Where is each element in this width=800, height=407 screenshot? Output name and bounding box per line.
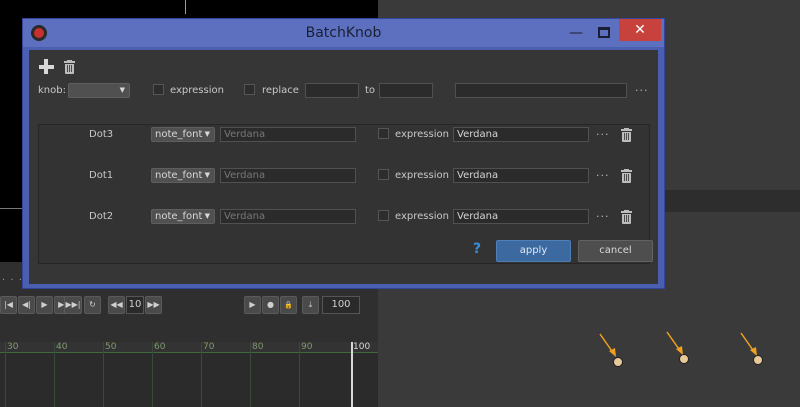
tick-line (250, 342, 251, 407)
knob-name-select[interactable]: note_font ▼ (151, 209, 215, 224)
increment-field[interactable]: 10 (126, 296, 144, 314)
step-back-button[interactable]: ◀◀ (108, 296, 125, 314)
plus-icon (44, 59, 48, 74)
timeline[interactable]: 30 40 50 60 70 80 90 100 (0, 342, 378, 407)
transport-controls: |◀ ◀| ▶ ▶| ▶▶| ↻ ◀◀ 10 ▶▶ ▶ ● 🔒 ⤓ 100 (0, 296, 378, 316)
trash-icon (622, 173, 631, 183)
value-input[interactable] (455, 83, 627, 98)
row-expression-checkbox[interactable] (378, 169, 389, 180)
trash-icon (621, 211, 632, 213)
download-icon[interactable]: ⤓ (302, 296, 319, 314)
expression-label: expression (170, 85, 224, 96)
dialog-body: knob: ▼ expression replace to ··· Dot3 n… (29, 50, 658, 284)
trash-icon (65, 64, 74, 74)
tick-label: 50 (105, 342, 117, 352)
more-options-button[interactable]: ··· (635, 85, 649, 96)
new-value-input[interactable]: Verdana (453, 168, 589, 183)
maximize-icon (598, 27, 610, 38)
tick-label: 30 (7, 342, 19, 352)
current-value-field: Verdana (220, 127, 356, 142)
apply-button[interactable]: apply (496, 240, 571, 262)
prev-keyframe-button[interactable]: ◀| (18, 296, 35, 314)
tick-line (299, 342, 300, 407)
node-graph-header-strip (662, 190, 800, 212)
record-button[interactable]: ● (262, 296, 279, 314)
viewer-guide-line (0, 208, 22, 209)
replace-checkbox[interactable] (244, 84, 255, 95)
to-label: to (365, 85, 376, 96)
knob-name-select[interactable]: note_font ▼ (151, 168, 215, 183)
trash-icon (622, 132, 631, 142)
delete-row-button[interactable] (621, 128, 632, 142)
delete-row-button[interactable] (621, 210, 632, 224)
cancel-button[interactable]: cancel (578, 240, 653, 262)
minimize-button[interactable]: — (563, 23, 589, 43)
tick-label: 80 (252, 342, 264, 352)
trash-icon (621, 170, 632, 172)
row-more-button[interactable]: ··· (596, 170, 610, 181)
knob-select[interactable]: ▼ (68, 83, 130, 98)
row-expression-label: expression (395, 129, 449, 140)
replace-to-input[interactable] (379, 83, 433, 98)
play-button[interactable]: ▶ (36, 296, 53, 314)
end-frame-field[interactable]: 100 (322, 296, 360, 314)
arrow-icon (599, 333, 616, 357)
replace-from-input[interactable] (305, 83, 359, 98)
tick-label: 40 (56, 342, 68, 352)
flipbook-button[interactable]: ▶ (244, 296, 261, 314)
skip-start-button[interactable]: |◀ (0, 296, 17, 314)
tick-label: 60 (154, 342, 166, 352)
row-expression-label: expression (395, 170, 449, 181)
playhead[interactable] (351, 342, 353, 407)
new-value-input[interactable]: Verdana (453, 209, 589, 224)
lock-icon[interactable]: 🔒 (280, 296, 297, 314)
row-expression-checkbox[interactable] (378, 210, 389, 221)
delete-row-button[interactable] (621, 169, 632, 183)
viewer-guide-line (185, 0, 186, 14)
dot-node-body[interactable] (753, 355, 763, 365)
node-name: Dot2 (89, 211, 114, 222)
node-name: Dot1 (89, 170, 114, 181)
tick-line (5, 342, 6, 407)
tick-line (201, 342, 202, 407)
new-value-input[interactable]: Verdana (453, 127, 589, 142)
tick-line (54, 342, 55, 407)
knob-name-select[interactable]: note_font ▼ (151, 127, 215, 142)
dot-node-body[interactable] (613, 357, 623, 367)
tick-label: 70 (203, 342, 215, 352)
trash-icon (64, 61, 75, 63)
node-name: Dot3 (89, 129, 114, 140)
row-more-button[interactable]: ··· (596, 129, 610, 140)
step-forward-button[interactable]: ▶▶ (145, 296, 162, 314)
arrow-icon (666, 331, 683, 355)
delete-all-button[interactable] (64, 60, 75, 74)
row-more-button[interactable]: ··· (596, 211, 610, 222)
arrow-icon (740, 332, 757, 356)
knob-label: knob: (38, 85, 66, 96)
help-icon[interactable]: ? (473, 241, 487, 257)
current-value-field: Verdana (220, 168, 356, 183)
chevron-down-icon: ▼ (119, 86, 125, 94)
skip-end-button[interactable]: ▶▶| (64, 296, 82, 314)
tick-line (103, 342, 104, 407)
replace-label: replace (262, 85, 299, 96)
trash-icon (621, 129, 632, 131)
current-value-field: Verdana (220, 209, 356, 224)
tick-line (152, 342, 153, 407)
expression-checkbox[interactable] (153, 84, 164, 95)
trash-icon (622, 214, 631, 224)
tick-label: 90 (301, 342, 313, 352)
chevron-down-icon: ▼ (204, 130, 210, 138)
row-expression-label: expression (395, 211, 449, 222)
close-button[interactable]: ✕ (619, 19, 661, 41)
batchknob-dialog: BatchKnob — ✕ knob: ▼ expression replace… (22, 18, 665, 289)
tick-label: 100 (353, 342, 371, 352)
chevron-down-icon: ▼ (204, 171, 210, 179)
chevron-down-icon: ▼ (204, 212, 210, 220)
dot-node-body[interactable] (679, 354, 689, 364)
loop-button[interactable]: ↻ (84, 296, 101, 314)
row-expression-checkbox[interactable] (378, 128, 389, 139)
